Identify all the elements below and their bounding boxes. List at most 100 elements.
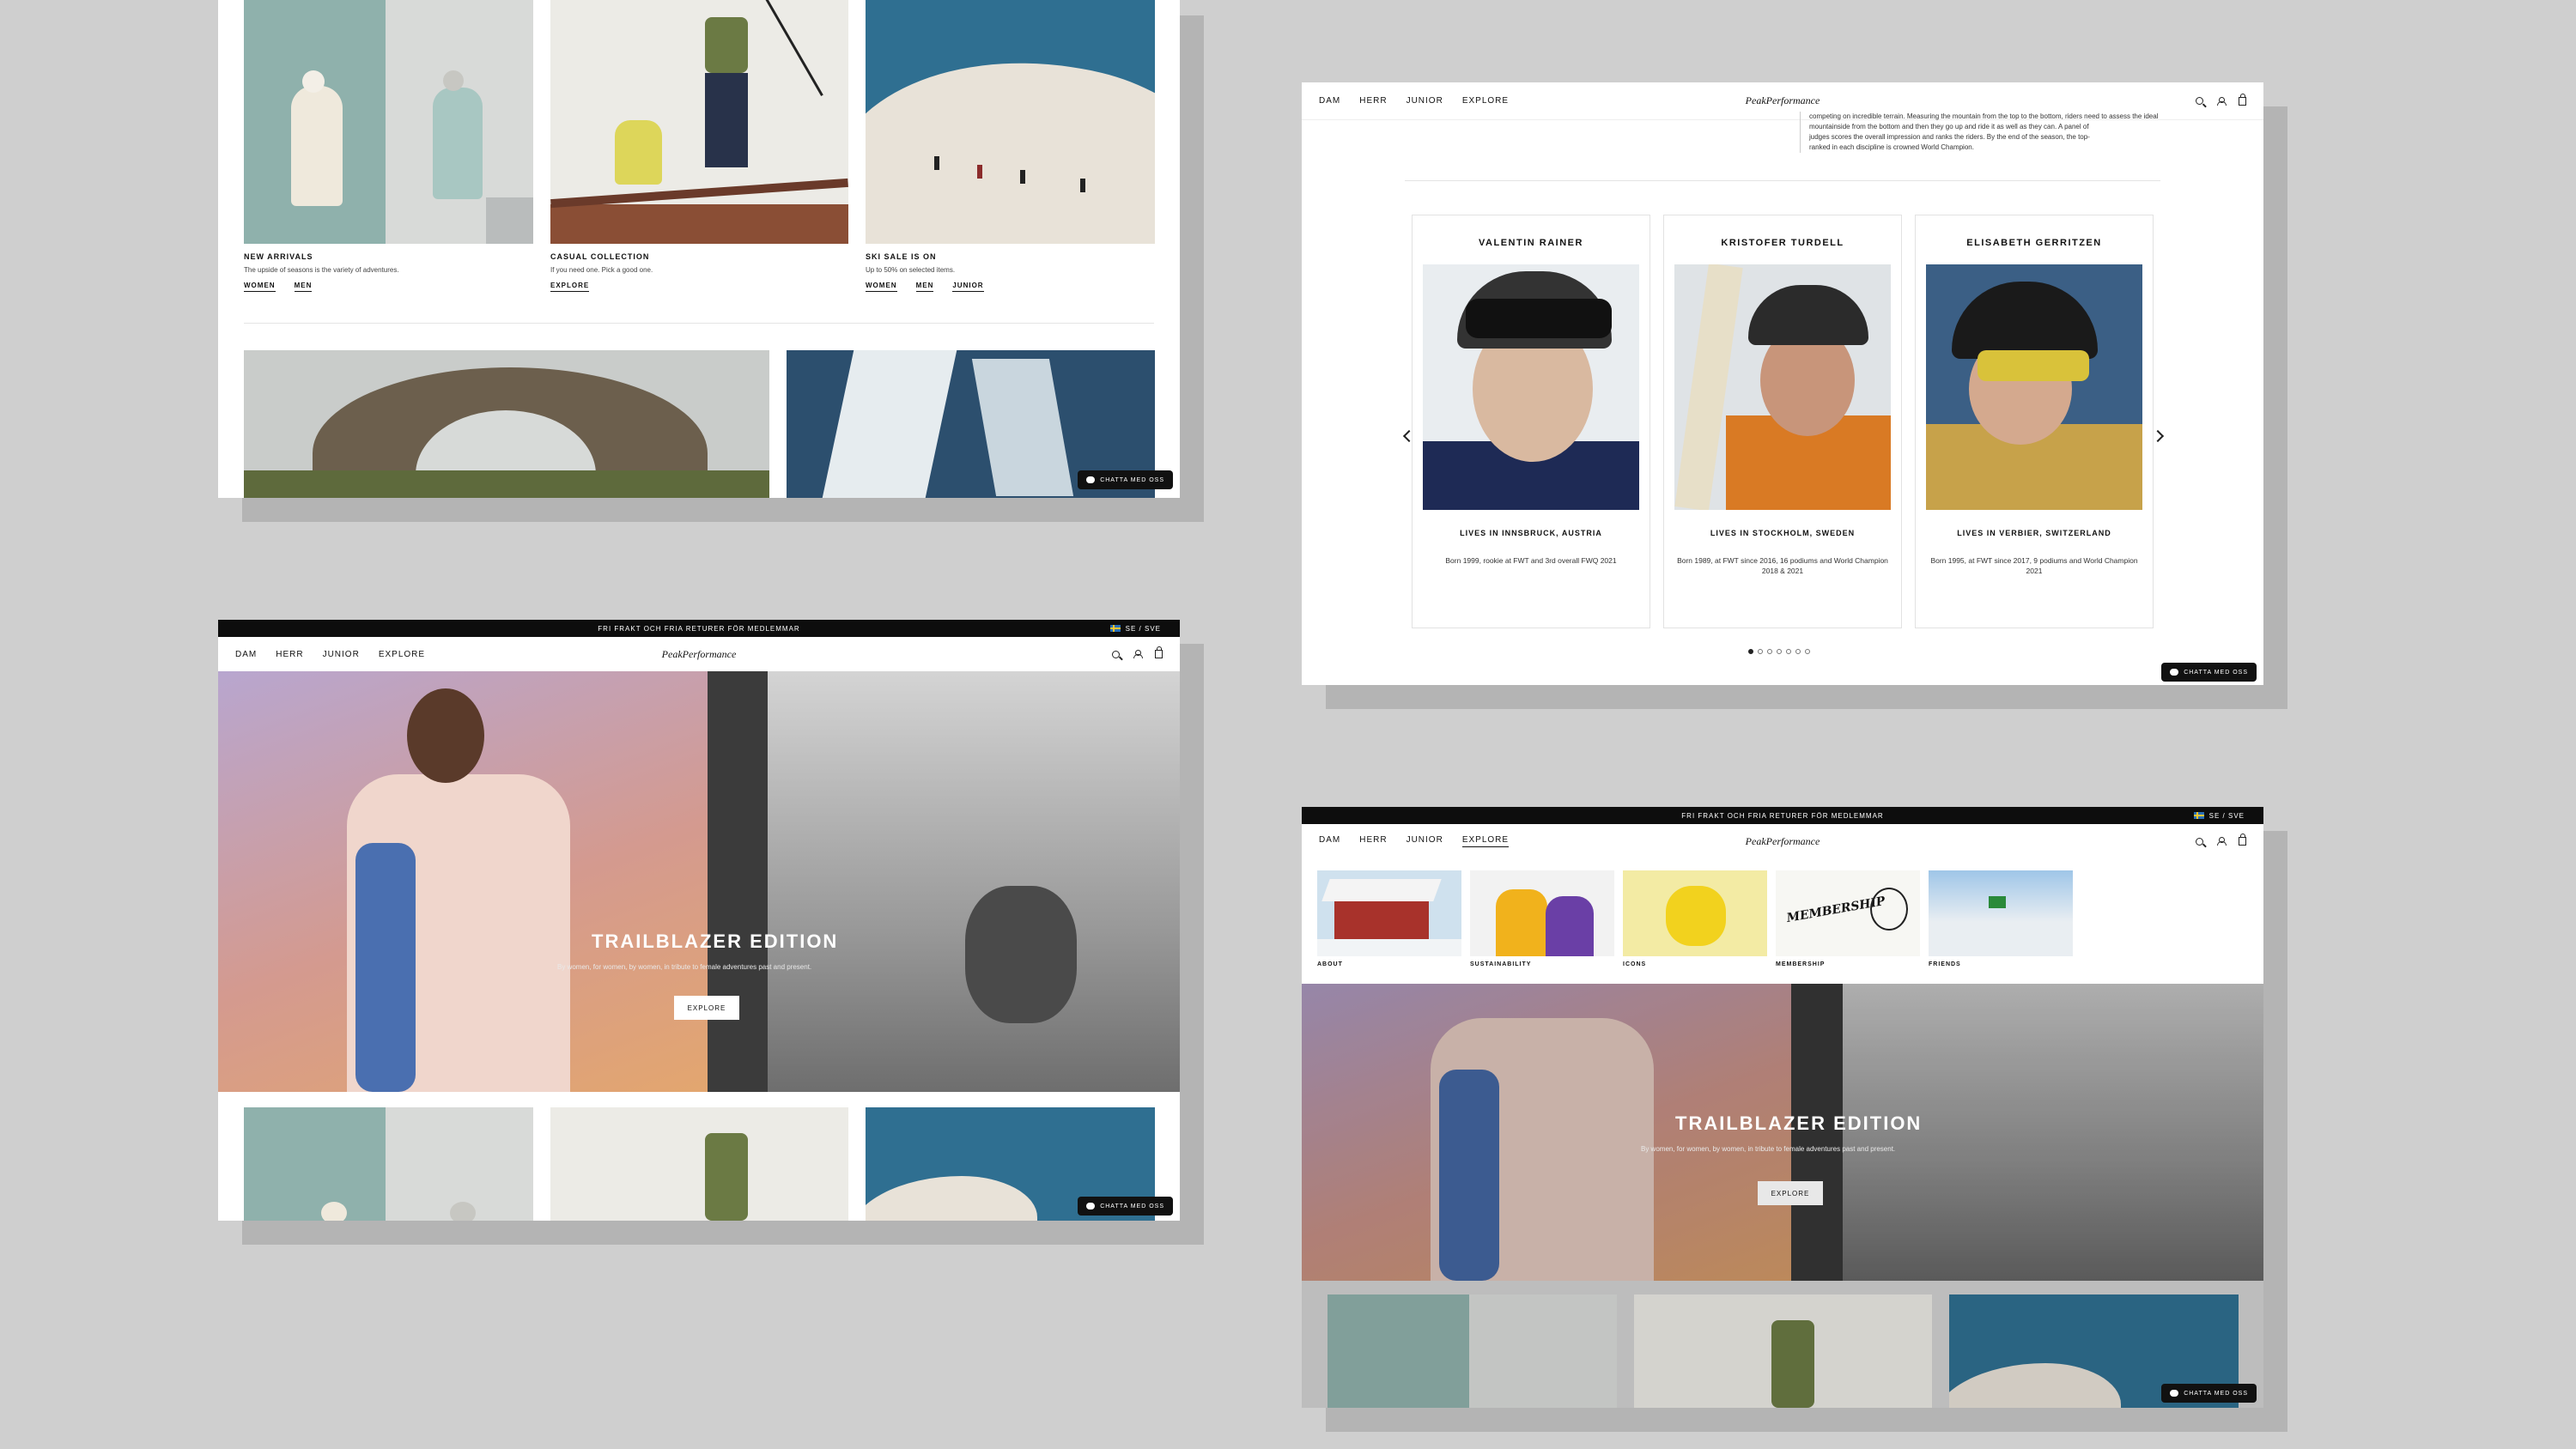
ski-sale-image[interactable] [866, 0, 1155, 244]
cart-icon[interactable] [2239, 93, 2246, 106]
casual-collection-image[interactable] [1634, 1294, 1932, 1408]
sweden-flag-icon [2193, 812, 2204, 819]
search-icon[interactable] [1112, 650, 1120, 658]
new-arrivals-image[interactable] [244, 0, 533, 244]
cart-icon[interactable] [2239, 834, 2246, 846]
new-arrivals-title: NEW ARRIVALS [244, 252, 313, 261]
chat-button[interactable]: CHATTA MED OSS [2161, 663, 2257, 682]
nav-dam[interactable]: DAM [1319, 96, 1340, 106]
account-icon[interactable] [1133, 650, 1143, 658]
new-arrivals-image[interactable] [1327, 1294, 1617, 1408]
athlete-photo [1674, 264, 1891, 510]
nav-explore[interactable]: EXPLORE [1461, 835, 1510, 847]
nav-explore[interactable]: EXPLORE [379, 650, 425, 659]
locale-label: SE / SVE [2208, 811, 2245, 820]
chat-label: CHATTA MED OSS [2184, 1390, 2248, 1397]
link-men[interactable]: MEN [294, 282, 313, 292]
top-nav: DAM HERR JUNIOR EXPLORE PeakPerformance [1302, 824, 2263, 858]
carousel-dot[interactable] [1777, 649, 1782, 654]
intro-line: mountainside from the bottom and then th… [1809, 123, 2089, 130]
account-icon[interactable] [2217, 96, 2227, 106]
new-arrivals-links: WOMEN MEN [244, 282, 313, 292]
chat-icon [2170, 1390, 2179, 1397]
chat-icon [1086, 1203, 1096, 1210]
ski-sale-title: SKI SALE IS ON [866, 252, 937, 261]
nav-herr[interactable]: HERR [1359, 835, 1387, 847]
intro-text: competing on incredible terrain. Measuri… [1800, 112, 2160, 153]
chat-label: CHATTA MED OSS [2184, 669, 2248, 676]
link-women[interactable]: WOMEN [244, 282, 276, 292]
explore-tile-icons[interactable] [1623, 870, 1767, 956]
athlete-bio: Born 1989, at FWT since 2016, 16 podiums… [1677, 556, 1888, 575]
carousel-dot[interactable] [1786, 649, 1791, 654]
link-explore[interactable]: EXPLORE [550, 282, 590, 292]
chat-button[interactable]: CHATTA MED OSS [1078, 1197, 1173, 1216]
explore-label-membership[interactable]: MEMBERSHIP [1776, 961, 1825, 967]
explore-tile-membership[interactable]: MEMBERSHIP [1776, 870, 1920, 956]
chat-icon [2170, 669, 2179, 676]
hero-explore-button[interactable]: EXPLORE [674, 996, 739, 1020]
explore-label-icons[interactable]: ICONS [1623, 961, 1646, 967]
locale-selector[interactable]: SE / SVE [2193, 807, 2245, 824]
search-icon[interactable] [2196, 97, 2203, 105]
screenshot-category-grid: NEW ARRIVALS The upside of seasons is th… [218, 0, 1180, 498]
screenshot-athletes: DAM HERR JUNIOR EXPLORE PeakPerformance … [1302, 82, 2263, 685]
brand-logo[interactable]: PeakPerformance [662, 648, 737, 661]
nav-dam[interactable]: DAM [1319, 835, 1340, 847]
explore-label-about[interactable]: ABOUT [1317, 961, 1343, 967]
explore-tile-sustainability[interactable] [1470, 870, 1614, 956]
carousel-dot[interactable] [1795, 649, 1801, 654]
hero-image[interactable] [218, 671, 1180, 1092]
athlete-name: KRISTOFER TURDELL [1721, 238, 1844, 248]
athlete-bio: Born 1995, at FWT since 2017, 9 podiums … [1930, 556, 2138, 575]
athlete-card[interactable]: ELISABETH GERRITZEN LIVES IN VERBIER, SW… [1915, 215, 2154, 628]
carousel-dot[interactable] [1758, 649, 1763, 654]
locale-selector[interactable]: SE / SVE [1109, 620, 1161, 637]
nav-junior[interactable]: JUNIOR [1406, 96, 1443, 106]
divider [244, 323, 1154, 324]
carousel-dot[interactable] [1767, 649, 1772, 654]
athlete-location: LIVES IN INNSBRUCK, AUSTRIA [1460, 529, 1602, 537]
nav-junior[interactable]: JUNIOR [323, 650, 360, 659]
account-icon[interactable] [2217, 837, 2227, 846]
rock-arch-image[interactable] [244, 350, 769, 498]
cart-icon[interactable] [1155, 646, 1163, 658]
nav-dam[interactable]: DAM [235, 650, 257, 659]
brand-logo[interactable]: PeakPerformance [1746, 94, 1820, 107]
carousel-next-arrow[interactable] [2151, 429, 2165, 443]
chat-button[interactable]: CHATTA MED OSS [1078, 470, 1173, 489]
chat-icon [1086, 476, 1096, 483]
casual-collection-image[interactable] [550, 1107, 848, 1221]
nav-explore[interactable]: EXPLORE [1462, 96, 1509, 106]
explore-label-friends[interactable]: FRIENDS [1929, 961, 1961, 967]
carousel-dot[interactable] [1748, 649, 1753, 654]
link-women[interactable]: WOMEN [866, 282, 897, 292]
hero-explore-button[interactable]: EXPLORE [1758, 1181, 1823, 1205]
link-men[interactable]: MEN [915, 282, 934, 292]
nav-icons [2196, 93, 2246, 106]
carousel-dots[interactable] [1748, 649, 1810, 654]
nav-herr[interactable]: HERR [276, 650, 303, 659]
athlete-name: ELISABETH GERRITZEN [1966, 238, 2102, 248]
brand-logo[interactable]: PeakPerformance [1746, 835, 1820, 848]
chat-button[interactable]: CHATTA MED OSS [2161, 1384, 2257, 1403]
nav-herr[interactable]: HERR [1359, 96, 1387, 106]
athlete-card[interactable]: VALENTIN RAINER LIVES IN INNSBRUCK, AUST… [1412, 215, 1650, 628]
athlete-card[interactable]: KRISTOFER TURDELL LIVES IN STOCKHOLM, SW… [1663, 215, 1902, 628]
new-arrivals-desc: The upside of seasons is the variety of … [244, 266, 399, 274]
nav-junior[interactable]: JUNIOR [1406, 835, 1443, 847]
carousel-dot[interactable] [1805, 649, 1810, 654]
explore-tile-friends[interactable] [1929, 870, 2073, 956]
explore-label-sustainability[interactable]: SUSTAINABILITY [1470, 961, 1531, 967]
link-junior[interactable]: JUNIOR [952, 282, 984, 292]
casual-collection-image[interactable] [550, 0, 848, 244]
nav-icons [1112, 646, 1163, 658]
intro-line: competing on incredible terrain. Measuri… [1809, 112, 2159, 120]
athlete-location: LIVES IN VERBIER, SWITZERLAND [1957, 529, 2111, 537]
screenshot-homepage: FRI FRAKT OCH FRIA RETURER FÖR MEDLEMMAR… [218, 620, 1180, 1221]
explore-tile-about[interactable] [1317, 870, 1461, 956]
nav-links: DAM HERR JUNIOR EXPLORE [235, 650, 425, 659]
divider [1405, 180, 2160, 181]
new-arrivals-image[interactable] [244, 1107, 533, 1221]
search-icon[interactable] [2196, 837, 2203, 846]
